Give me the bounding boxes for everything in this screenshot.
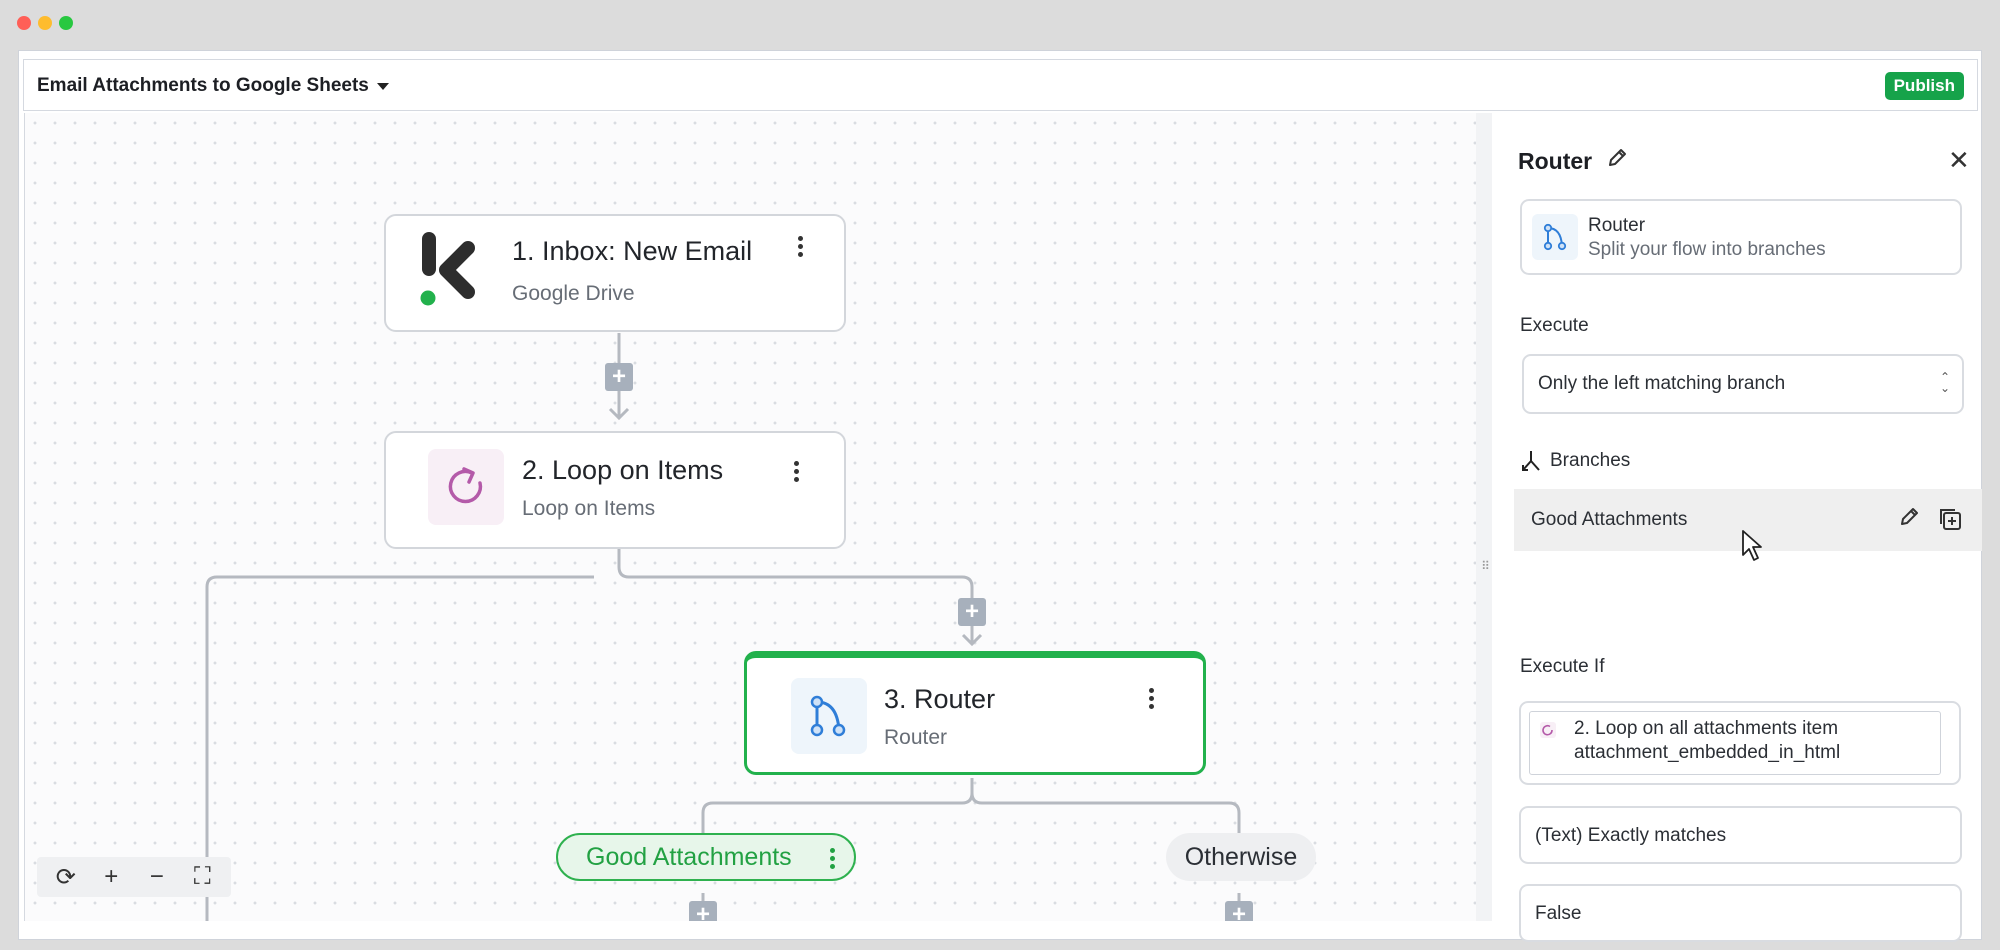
- branch-list-item-selected[interactable]: Good Attachments: [1514, 489, 1982, 561]
- loop-icon: [428, 449, 504, 525]
- condition-value-line1: 2. Loop on all attachments item: [1574, 718, 1839, 739]
- panel-resize-handle[interactable]: [1476, 113, 1492, 921]
- piece-info-card: Router Split your flow into branches: [1520, 199, 1962, 275]
- add-step-button[interactable]: +: [689, 901, 717, 921]
- condition-operator-select[interactable]: (Text) Exactly matches: [1519, 806, 1962, 864]
- node-subtitle: Router: [884, 726, 948, 749]
- node-title: 1. Inbox: New Email: [512, 236, 753, 266]
- step-settings-panel: Router ✕ Router Split your flow into bra…: [1492, 113, 1982, 942]
- flow-title-dropdown[interactable]: Email Attachments to Google Sheets: [37, 75, 389, 97]
- flow-builder: Email Attachments to Google Sheets Publi…: [18, 50, 1982, 942]
- branch-otherwise[interactable]: Otherwise: [1166, 833, 1316, 881]
- add-step-button[interactable]: +: [1225, 901, 1253, 921]
- branch-item-label: Good Attachments: [1531, 509, 1688, 530]
- step-node-loop[interactable]: 2. Loop on Items Loop on Items: [384, 431, 846, 549]
- condition-first-value[interactable]: 2. Loop on all attachments item attachme…: [1519, 701, 1961, 785]
- chevron-down-icon: [376, 82, 389, 90]
- branches-heading: Branches: [1520, 449, 1630, 473]
- execute-label: Execute: [1520, 315, 1589, 336]
- node-subtitle: Loop on Items: [522, 497, 656, 520]
- panel-title: Router: [1518, 147, 1593, 174]
- mouse-cursor-icon: [1742, 530, 1762, 561]
- node-subtitle: Google Drive: [512, 282, 635, 305]
- add-step-button[interactable]: +: [605, 363, 633, 391]
- execute-select-value: Only the left matching branch: [1538, 373, 1786, 394]
- add-step-button[interactable]: +: [958, 598, 986, 626]
- minimize-window-icon[interactable]: [38, 16, 52, 30]
- duplicate-branch-icon[interactable]: [1937, 506, 1963, 537]
- loop-body-line: [205, 575, 594, 921]
- refresh-icon[interactable]: ⟳: [51, 863, 81, 892]
- condition-operator-value: (Text) Exactly matches: [1535, 825, 1727, 846]
- node-title: 3. Router: [884, 684, 996, 714]
- router-left-line: [701, 778, 974, 833]
- builder-header: Email Attachments to Google Sheets Publi…: [23, 59, 1978, 111]
- execute-select[interactable]: Only the left matching branch ⌃ ⌄: [1522, 354, 1964, 414]
- node-menu-icon[interactable]: [794, 461, 800, 485]
- panel-header: Router: [1518, 147, 1628, 175]
- step-node-trigger[interactable]: 1. Inbox: New Email Google Drive: [384, 214, 846, 332]
- zoom-in-icon[interactable]: +: [96, 863, 126, 891]
- router-icon: [791, 678, 867, 754]
- step-node-router[interactable]: 3. Router Router: [744, 651, 1206, 775]
- maximize-window-icon[interactable]: [59, 16, 73, 30]
- fit-view-icon[interactable]: ⛶: [187, 863, 217, 891]
- execute-if-label: Execute If: [1520, 656, 1605, 677]
- condition-first-value-input[interactable]: 2. Loop on all attachments item attachme…: [1529, 711, 1941, 775]
- app-logo-icon: [420, 232, 475, 306]
- branch-label: Good Attachments: [586, 842, 792, 871]
- drag-handle-icon[interactable]: ⠿: [1480, 559, 1491, 574]
- chevron-up-down-icon: ⌃ ⌄: [1939, 370, 1950, 395]
- close-icon[interactable]: ✕: [1948, 147, 1970, 173]
- loop-icon: [1540, 722, 1556, 738]
- node-title: 2. Loop on Items: [522, 455, 724, 485]
- router-icon: [1532, 214, 1578, 260]
- edit-branch-icon[interactable]: [1898, 506, 1920, 533]
- condition-second-value-text: False: [1535, 903, 1582, 924]
- branch-good-attachments[interactable]: Good Attachments: [556, 833, 856, 881]
- publish-button[interactable]: Publish: [1884, 72, 1964, 100]
- branch-label: Otherwise: [1184, 842, 1298, 871]
- condition-second-value[interactable]: False: [1519, 884, 1962, 942]
- flow-canvas[interactable]: + + + + 1. Inbox: New Email Google Drive: [24, 113, 1476, 921]
- close-window-icon[interactable]: [17, 16, 31, 30]
- branches-icon: [1522, 451, 1540, 471]
- branch-menu-icon[interactable]: [830, 848, 836, 872]
- piece-description: Split your flow into branches: [1588, 239, 1826, 260]
- zoom-out-icon[interactable]: −: [142, 863, 172, 891]
- canvas-controls: ⟳ + − ⛶: [37, 857, 231, 897]
- flow-title: Email Attachments to Google Sheets: [37, 75, 369, 96]
- edit-name-icon[interactable]: [1606, 147, 1628, 175]
- app-window: Email Attachments to Google Sheets Publi…: [0, 0, 2000, 950]
- piece-name: Router: [1588, 215, 1646, 236]
- router-right-line: [970, 792, 1241, 833]
- node-menu-icon[interactable]: [798, 236, 804, 260]
- condition-value-line2: attachment_embedded_in_html: [1574, 742, 1841, 763]
- node-menu-icon[interactable]: [1149, 688, 1155, 712]
- branches-label: Branches: [1550, 450, 1631, 471]
